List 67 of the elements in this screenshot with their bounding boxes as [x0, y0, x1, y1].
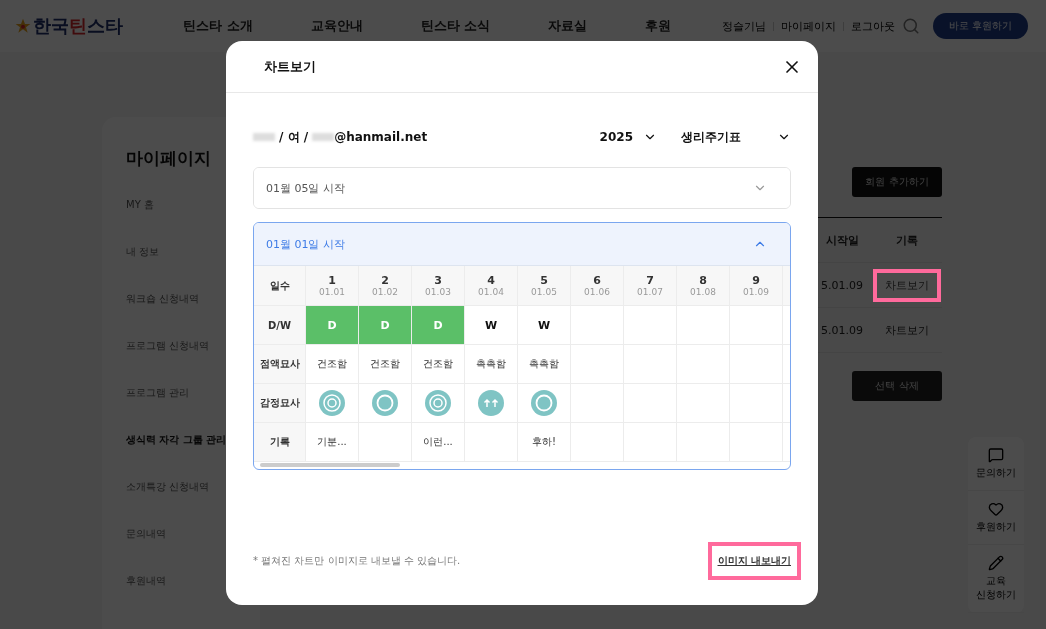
- circle-emotion-icon: [372, 390, 398, 416]
- nav-link[interactable]: 자료실: [548, 17, 588, 35]
- row-header-cell: 감정묘사: [254, 384, 306, 423]
- day-number: 1: [328, 274, 336, 287]
- day-date: 01.07: [637, 287, 663, 297]
- day-number: 9: [752, 274, 760, 287]
- day-number: 2: [381, 274, 389, 287]
- user-gender: / 여 /: [279, 128, 309, 146]
- chart-type-select[interactable]: 생리주기표: [681, 128, 791, 146]
- table-cell: W: [465, 306, 518, 345]
- table-cell: 촉촉함: [518, 345, 571, 384]
- year-select[interactable]: 2025: [599, 128, 657, 146]
- day-date: 01.03: [425, 287, 451, 297]
- table-cell-text: 5.01.09: [820, 323, 864, 337]
- day-date: 01.05: [531, 287, 557, 297]
- table-cell: 건조함: [359, 345, 412, 384]
- day-date: 01.01: [319, 287, 345, 297]
- column-header: 기록: [895, 232, 919, 248]
- table-cell: 이런...: [412, 423, 465, 462]
- double-circle-emotion-icon: [425, 390, 451, 416]
- day-number: 6: [593, 274, 601, 287]
- user-link[interactable]: 마이페이지: [780, 18, 836, 34]
- table-cell: D: [306, 306, 359, 345]
- table-cell: 건조함: [412, 345, 465, 384]
- redacted-name: [253, 133, 275, 141]
- table-cell-text: 5.01.09: [820, 278, 864, 292]
- up-arrows-emotion-icon: [478, 390, 504, 416]
- day-number: 8: [699, 274, 707, 287]
- day-date: 01.09: [743, 287, 769, 297]
- day-number: 4: [487, 274, 495, 287]
- redacted-email: [312, 133, 335, 141]
- user-link[interactable]: 로그아웃: [850, 18, 895, 34]
- nav-link[interactable]: 후원: [645, 17, 672, 35]
- sidebar-title: 마이페이지: [126, 147, 212, 170]
- export-image-button[interactable]: 이미지 내보내기: [707, 542, 801, 580]
- day-date: 01.04: [478, 287, 504, 297]
- nav-link[interactable]: 틴스타 소식: [420, 17, 491, 35]
- cycle-header[interactable]: 01월 05일 시작: [254, 168, 790, 208]
- footnote: * 펼쳐진 차트만 이미지로 내보낼 수 있습니다.: [253, 554, 461, 568]
- cycle-header[interactable]: 01월 01일 시작: [254, 223, 790, 266]
- table-cell: D: [412, 306, 465, 345]
- row-header-cell: 점액묘사: [254, 345, 306, 384]
- table-cell: 기분...: [306, 423, 359, 462]
- day-date: 01.06: [584, 287, 610, 297]
- day-number: 3: [434, 274, 442, 287]
- double-circle-emotion-icon: [319, 390, 345, 416]
- row-header-cell: 기록: [254, 423, 306, 462]
- day-number: 7: [646, 274, 654, 287]
- user-email: @hanmail.net: [334, 130, 428, 144]
- table-cell: 건조함: [306, 345, 359, 384]
- row-header-cell: D/W: [254, 306, 306, 345]
- day-date: 01.08: [690, 287, 716, 297]
- view-chart-button[interactable]: 차트보기: [877, 317, 937, 343]
- nav-link[interactable]: 틴스타 소개: [183, 17, 253, 35]
- modal-title: 차트보기: [264, 57, 316, 76]
- table-cell: W: [518, 306, 571, 345]
- circle-emotion-icon: [531, 390, 557, 416]
- day-date: 01.02: [372, 287, 398, 297]
- nav-link[interactable]: 교육안내: [310, 17, 363, 35]
- table-cell: 촉촉함: [465, 345, 518, 384]
- row-header-cell: 일수: [254, 266, 306, 306]
- user-link[interactable]: 정슬기님: [721, 18, 766, 34]
- table-cell: D: [359, 306, 412, 345]
- table-cell: 후하!: [518, 423, 571, 462]
- column-header: 시작일: [824, 232, 860, 248]
- scrollbar-thumb[interactable]: [260, 463, 400, 467]
- day-number: 5: [540, 274, 548, 287]
